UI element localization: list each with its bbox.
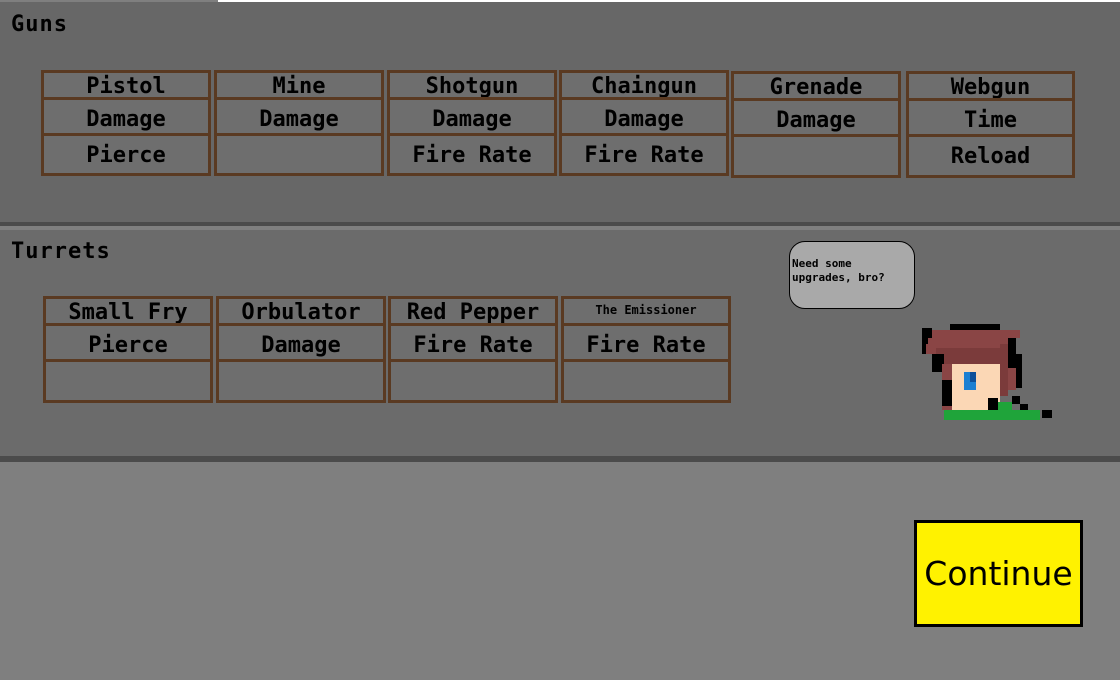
gun-name: Webgun bbox=[909, 74, 1072, 101]
turret-card-orbulator[interactable]: Orbulator Damage bbox=[216, 296, 386, 403]
upgrade-button[interactable]: Fire Rate bbox=[562, 139, 726, 172]
gun-card-webgun[interactable]: Webgun Time Reload bbox=[906, 71, 1075, 178]
speech-line: Need some bbox=[792, 257, 852, 270]
upgrade-button[interactable]: Pierce bbox=[44, 139, 208, 172]
guns-title: Guns bbox=[11, 12, 68, 37]
guns-panel: Guns Pistol Damage Pierce Mine Damage Sh… bbox=[0, 2, 1120, 226]
upgrade-slot-empty[interactable] bbox=[734, 140, 898, 173]
continue-button[interactable]: Continue bbox=[914, 520, 1083, 627]
gun-name: Grenade bbox=[734, 74, 898, 101]
upgrade-button[interactable]: Damage bbox=[390, 103, 554, 136]
gun-card-chaingun[interactable]: Chaingun Damage Fire Rate bbox=[559, 70, 729, 176]
upgrade-slot-empty[interactable] bbox=[564, 365, 728, 398]
turret-name: Orbulator bbox=[219, 299, 383, 326]
gun-name: Mine bbox=[217, 73, 381, 100]
turrets-title: Turrets bbox=[11, 239, 111, 264]
speech-bubble: Need some upgrades, bro? bbox=[789, 241, 915, 309]
upgrade-button[interactable]: Damage bbox=[562, 103, 726, 136]
turret-name: The Emissioner bbox=[564, 299, 728, 326]
upgrade-button[interactable]: Damage bbox=[217, 103, 381, 136]
upgrade-button[interactable]: Damage bbox=[734, 104, 898, 137]
turret-name: Red Pepper bbox=[391, 299, 555, 326]
turret-card-small-fry[interactable]: Small Fry Pierce bbox=[43, 296, 213, 403]
upgrade-button[interactable]: Damage bbox=[219, 329, 383, 362]
upgrade-slot-empty[interactable] bbox=[391, 365, 555, 398]
turret-card-red-pepper[interactable]: Red Pepper Fire Rate bbox=[388, 296, 558, 403]
upgrade-button[interactable]: Fire Rate bbox=[564, 329, 728, 362]
upgrade-button[interactable]: Reload bbox=[909, 140, 1072, 173]
npc-character-sprite bbox=[922, 324, 1052, 420]
gun-card-pistol[interactable]: Pistol Damage Pierce bbox=[41, 70, 211, 176]
speech-line: upgrades, bro? bbox=[792, 271, 885, 284]
gun-name: Chaingun bbox=[562, 73, 726, 100]
upgrade-button[interactable]: Time bbox=[909, 104, 1072, 137]
upgrade-button[interactable]: Pierce bbox=[46, 329, 210, 362]
gun-card-shotgun[interactable]: Shotgun Damage Fire Rate bbox=[387, 70, 557, 176]
upgrade-slot-empty[interactable] bbox=[46, 365, 210, 398]
gun-card-grenade[interactable]: Grenade Damage bbox=[731, 71, 901, 178]
gun-name: Pistol bbox=[44, 73, 208, 100]
upgrade-button[interactable]: Fire Rate bbox=[390, 139, 554, 172]
upgrade-slot-empty[interactable] bbox=[217, 139, 381, 172]
gun-card-mine[interactable]: Mine Damage bbox=[214, 70, 384, 176]
turret-name: Small Fry bbox=[46, 299, 210, 326]
gun-name: Shotgun bbox=[390, 73, 554, 100]
upgrade-button[interactable]: Damage bbox=[44, 103, 208, 136]
speech-text: Need some upgrades, bro? bbox=[792, 257, 916, 285]
upgrade-button[interactable]: Fire Rate bbox=[391, 329, 555, 362]
turret-card-the-emissioner[interactable]: The Emissioner Fire Rate bbox=[561, 296, 731, 403]
upgrade-slot-empty[interactable] bbox=[219, 365, 383, 398]
